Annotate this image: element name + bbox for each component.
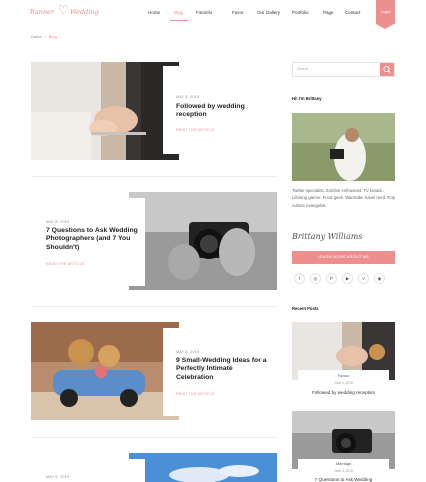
- post-photo-camera: [129, 192, 277, 290]
- heart-icon: ♡: [58, 3, 69, 17]
- breadcrumb-home[interactable]: Home: [31, 34, 42, 39]
- recent-post-title[interactable]: 7 Questions to Ask Wedding: [292, 477, 395, 482]
- nav-item-home[interactable]: Home: [148, 10, 160, 15]
- post-image-2[interactable]: [129, 192, 277, 290]
- nav-item-gallery[interactable]: Our Gallery: [257, 10, 280, 15]
- facebook-icon[interactable]: f: [294, 273, 305, 284]
- nav-item-page[interactable]: Page: [323, 10, 334, 15]
- post-card-1: MAY 8, 2019 Followed by wedding receptio…: [163, 66, 277, 154]
- site-header: Banner ♡ Wedding Home Blog Fotoinfo Favo…: [0, 0, 426, 29]
- nav-item-favor[interactable]: Favor: [232, 10, 244, 15]
- site-logo[interactable]: Banner ♡ Wedding: [30, 3, 99, 19]
- logo-text-right: Wedding: [70, 8, 99, 16]
- post-card-4: MAY 8, 2019: [31, 459, 145, 482]
- post-card-2: MAY 8, 2019 7 Questions to Ask Wedding P…: [31, 198, 145, 286]
- breadcrumb-separator: /: [44, 34, 46, 39]
- post-divider: [31, 437, 277, 438]
- about-photo: [292, 113, 395, 181]
- logo-text-left: Banner: [30, 8, 54, 16]
- read-article-link[interactable]: READ THE ARTICLE: [176, 128, 215, 132]
- youtube-icon[interactable]: ▶: [342, 273, 353, 284]
- recent-post-date: June 4, 2019: [334, 469, 353, 473]
- recent-post-category[interactable]: Marriage: [292, 462, 395, 466]
- signature: Brittany Williams: [292, 232, 363, 241]
- post-image-1[interactable]: [31, 62, 179, 160]
- nav-item-contact[interactable]: Contact: [345, 10, 361, 15]
- search-button[interactable]: [380, 63, 394, 76]
- post-title[interactable]: 9 Small-Wedding Ideas for a Perfectly In…: [176, 357, 268, 382]
- post-date: MAY 8, 2019: [176, 350, 200, 354]
- post-date: MAY 8, 2019: [176, 95, 200, 99]
- post-date: MAY 8, 2019: [46, 475, 70, 479]
- learn-more-button[interactable]: LEARN MORE ABOUT ME: [292, 251, 395, 264]
- recent-post-date: June 4, 2019: [334, 381, 353, 385]
- vimeo-icon[interactable]: v: [358, 273, 369, 284]
- post-date: MAY 8, 2019: [46, 220, 70, 224]
- recent-post-category[interactable]: Favour: [292, 374, 395, 378]
- nav-item-fotoinfo[interactable]: Fotoinfo: [196, 10, 212, 15]
- post-photo-hands: [31, 62, 179, 160]
- read-article-link[interactable]: READ THE ARTICLE: [176, 392, 215, 396]
- instagram-icon[interactable]: ◎: [310, 273, 321, 284]
- about-widget-title: Hi! I'm Brittany: [292, 96, 322, 101]
- about-image: [292, 113, 395, 181]
- nav-active-underline: [170, 20, 188, 21]
- rss-icon[interactable]: ◉: [374, 273, 385, 284]
- post-photo-sky: [129, 453, 277, 482]
- login-button[interactable]: Login: [376, 0, 395, 29]
- post-divider: [31, 176, 277, 177]
- breadcrumb: Home / Blog: [31, 34, 57, 39]
- post-title[interactable]: Followed by wedding reception: [176, 103, 268, 120]
- post-title[interactable]: 7 Questions to Ask Wedding Photographers…: [46, 227, 138, 252]
- pinterest-icon[interactable]: P: [326, 273, 337, 284]
- post-image-4[interactable]: [129, 453, 277, 482]
- nav-item-portfolio[interactable]: Portfolio: [292, 10, 309, 15]
- nav-item-blog[interactable]: Blog: [174, 10, 183, 15]
- recent-post-title[interactable]: Followed by wedding reception: [292, 390, 395, 395]
- read-article-link[interactable]: READ THE ARTICLE: [46, 262, 85, 266]
- recent-posts-title: Recent Posts: [292, 306, 319, 311]
- search-input[interactable]: Search ...: [297, 67, 312, 71]
- breadcrumb-current: Blog: [48, 34, 57, 39]
- search-box: Search ...: [292, 62, 395, 77]
- post-card-3: MAY 8, 2019 9 Small-Wedding Ideas for a …: [163, 328, 277, 416]
- search-icon: [383, 65, 391, 73]
- post-image-3[interactable]: [31, 322, 179, 420]
- about-text: Twitter specialist. Zombie enthusiast. T…: [292, 188, 396, 208]
- post-divider: [31, 306, 277, 307]
- post-photo-toy-car: [31, 322, 179, 420]
